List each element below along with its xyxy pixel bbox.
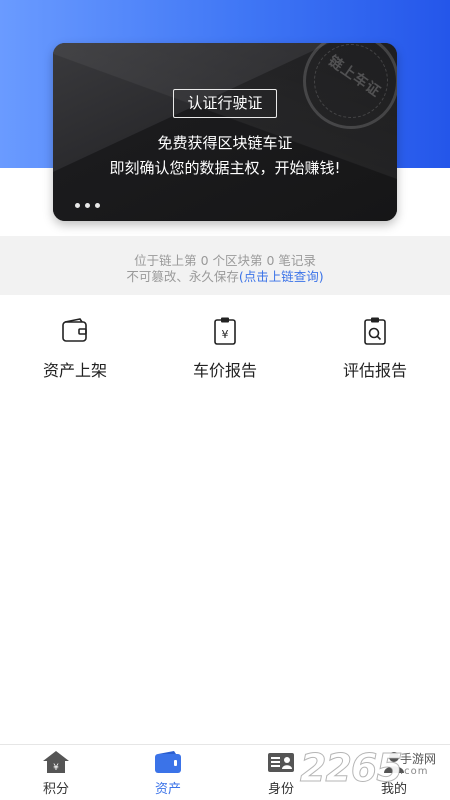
carousel-dot (95, 203, 100, 208)
site-watermark: 2265 手游网 .com (300, 744, 450, 800)
tamper-text: 不可篡改、永久保存 (126, 269, 239, 284)
asset-wallet-icon (155, 751, 181, 773)
tab-label: 资产 (154, 782, 181, 797)
feature-label: 车价报告 (192, 361, 257, 380)
chain-query-link[interactable]: (点击上链查询) (239, 269, 324, 284)
card-headline: 免费获得区块链车证 (157, 134, 293, 152)
seal-text: 链上车证 (325, 53, 384, 101)
price-report-icon: ¥ (214, 317, 236, 345)
points-home-icon: ¥ (43, 751, 69, 773)
carousel-dot (85, 203, 90, 208)
feature-grid: 资产上架 ¥ 车价报告 评估报告 (0, 314, 450, 384)
chain-tamper-line: 不可篡改、永久保存(点击上链查询) (0, 266, 450, 285)
carousel-dot (75, 203, 80, 208)
watermark-site-cn: 手游网 (400, 752, 437, 766)
certify-license-button[interactable]: 认证行驶证 (173, 89, 277, 118)
feature-label: 资产上架 (42, 361, 107, 380)
tab-points[interactable]: ¥ 积分 (0, 745, 112, 800)
feature-label: 评估报告 (342, 361, 407, 380)
svg-text:¥: ¥ (222, 328, 229, 341)
wallet-icon (62, 318, 87, 342)
carousel-dots (75, 203, 100, 208)
id-card-icon (268, 753, 294, 772)
svg-text:¥: ¥ (53, 763, 59, 773)
certificate-card[interactable]: 链上车证 认证行驶证 免费获得区块链车证 即刻确认您的数据主权，开始赚钱! (53, 43, 397, 221)
tab-label: 积分 (42, 782, 69, 797)
tab-assets[interactable]: 资产 (112, 745, 224, 800)
evaluation-report-icon (364, 317, 386, 345)
chain-record-info: 位于链上第 0 个区块第 0 笔记录 不可篡改、永久保存(点击上链查询) (0, 236, 450, 295)
watermark-site-en: .com (400, 766, 429, 777)
card-subline: 即刻确认您的数据主权，开始赚钱! (109, 159, 341, 177)
watermark-number: 2265 (300, 746, 404, 791)
